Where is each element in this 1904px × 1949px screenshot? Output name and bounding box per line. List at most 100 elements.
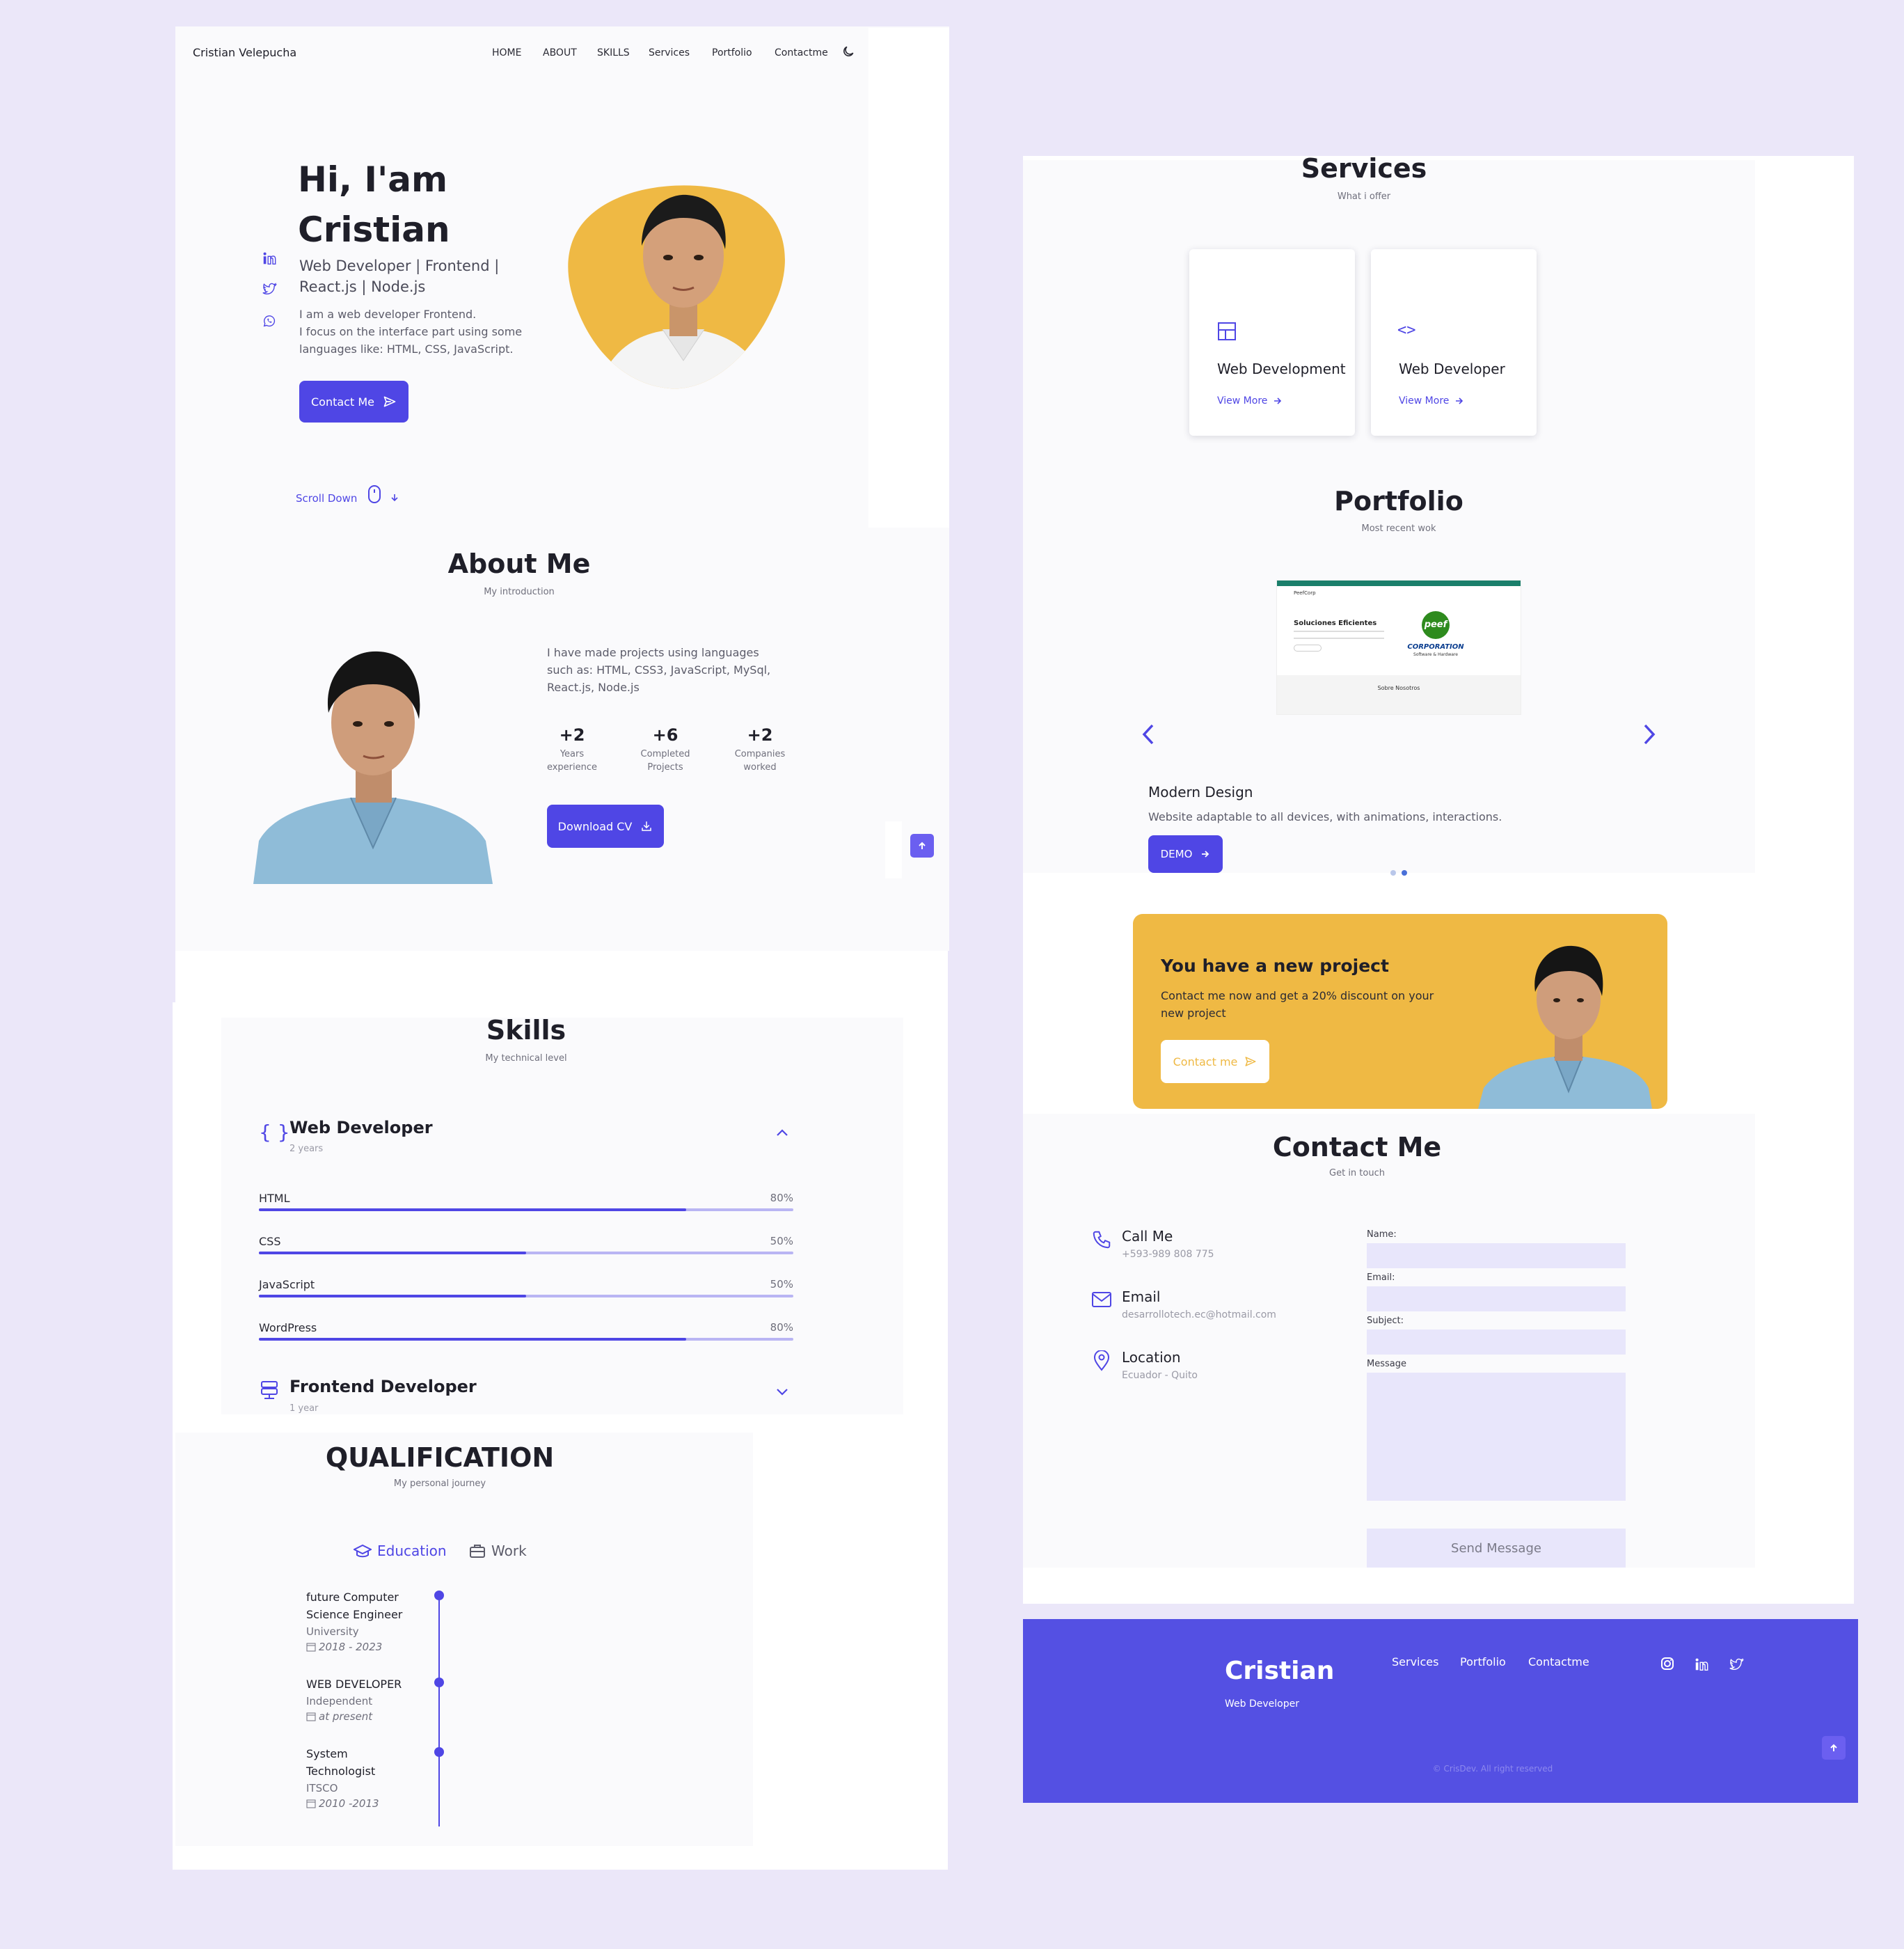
twitter-icon[interactable] <box>262 281 277 297</box>
contact-me-button[interactable]: Contact Me <box>299 381 408 423</box>
project-title: Modern Design <box>1148 784 1253 800</box>
message-textarea[interactable] <box>1367 1373 1626 1501</box>
view-more-link[interactable]: View More <box>1217 395 1283 407</box>
service-card[interactable]: Web Development View More <box>1189 249 1355 436</box>
calendar-icon <box>306 1799 316 1808</box>
preview-logo: peef <box>1422 611 1450 639</box>
arrow-right-icon <box>1202 851 1209 858</box>
name-input[interactable] <box>1367 1243 1626 1268</box>
stat-value: +6 <box>652 725 679 745</box>
skill-bar <box>259 1252 793 1254</box>
skill-group-title[interactable]: Web Developer <box>289 1118 433 1137</box>
nav-about[interactable]: ABOUT <box>543 47 577 58</box>
qualification-subtitle: My personal journey <box>393 1478 486 1489</box>
nav-home[interactable]: HOME <box>492 47 521 58</box>
entry-title: Science Engineer <box>306 1608 403 1621</box>
skill-bar-fill <box>259 1252 526 1254</box>
skill-bar-fill <box>259 1295 526 1297</box>
stat-label: Companies <box>734 749 786 759</box>
email-input[interactable] <box>1367 1286 1626 1311</box>
tab-work[interactable]: Work <box>469 1542 527 1559</box>
nav-portfolio[interactable]: Portfolio <box>712 47 752 58</box>
skill-bar-fill <box>259 1208 687 1211</box>
linkedin-icon[interactable] <box>262 251 277 266</box>
layout-icon <box>1218 322 1236 340</box>
preview-heading: Soluciones Eficientes <box>1294 620 1377 627</box>
service-title: Web Development <box>1217 361 1346 377</box>
service-card[interactable]: <> Web Developer View More <box>1371 249 1537 436</box>
arrow-down-icon <box>390 493 399 503</box>
cta-desc-2: new project <box>1161 1007 1226 1020</box>
contact-value: desarrollotech.ec@hotmail.com <box>1122 1309 1276 1320</box>
footer-scroll-top-button[interactable] <box>1822 1736 1846 1760</box>
mouse-icon <box>367 484 382 504</box>
footer-role: Web Developer <box>1225 1698 1299 1710</box>
view-more-link[interactable]: View More <box>1399 395 1464 407</box>
tab-education-label: Education <box>377 1542 447 1559</box>
arrow-right-icon <box>1456 397 1463 404</box>
download-cv-label: Download CV <box>557 819 633 833</box>
project-desc: Website adaptable to all devices, with a… <box>1148 810 1502 823</box>
entry-date: at present <box>319 1710 373 1723</box>
arrow-up-icon <box>1830 1744 1837 1751</box>
demo-button[interactable]: DEMO <box>1148 835 1223 873</box>
skill-percent: 80% <box>770 1321 793 1334</box>
portfolio-title: Portfolio <box>1334 486 1463 516</box>
brand[interactable]: Cristian Velepucha <box>193 46 296 59</box>
footer-link-contactme[interactable]: Contactme <box>1528 1655 1589 1668</box>
portfolio-subtitle: Most recent wok <box>1361 523 1436 534</box>
whatsapp-icon[interactable] <box>262 313 277 329</box>
stat-label: Projects <box>647 762 683 773</box>
twitter-icon[interactable] <box>1729 1657 1744 1672</box>
hero-subtitle-1: Web Developer | Frontend | <box>299 258 500 274</box>
skill-group-title[interactable]: Frontend Developer <box>289 1377 477 1396</box>
hero-desc-1: I am a web developer Frontend. <box>299 308 477 321</box>
carousel-dot[interactable] <box>1390 870 1396 876</box>
subject-input[interactable] <box>1367 1329 1626 1355</box>
theme-toggle-moon-icon[interactable] <box>841 45 855 58</box>
hero-greeting: Hi, I'am <box>298 159 448 200</box>
arrow-up-icon <box>919 842 926 849</box>
graduation-cap-icon <box>354 1544 372 1558</box>
scroll-down-link[interactable]: Scroll Down <box>296 492 357 505</box>
carousel-dot-active[interactable] <box>1402 870 1407 876</box>
nav-contactme[interactable]: Contactme <box>775 47 828 58</box>
project-cta-banner: You have a new project Contact me now an… <box>1133 914 1667 1109</box>
stat-label: Completed <box>640 749 690 759</box>
entry-title: System <box>306 1747 348 1760</box>
entry-title: WEB DEVELOPER <box>306 1678 402 1691</box>
preview-brand: PeefCorp <box>1294 590 1316 596</box>
carousel-prev-icon[interactable] <box>1140 723 1157 746</box>
cta-contact-button[interactable]: Contact me <box>1161 1040 1269 1083</box>
contact-label: Email <box>1122 1288 1161 1305</box>
timeline-line <box>438 1595 440 1826</box>
view-more-label: View More <box>1399 395 1450 407</box>
chevron-down-icon[interactable] <box>775 1387 789 1397</box>
timeline-dot <box>434 1591 444 1600</box>
nav-skills[interactable]: SKILLS <box>597 47 630 58</box>
skill-percent: 50% <box>770 1278 793 1291</box>
name-label: Name: <box>1367 1229 1397 1240</box>
skill-bar <box>259 1338 793 1341</box>
footer-name: Cristian <box>1225 1657 1335 1685</box>
footer-link-services[interactable]: Services <box>1392 1655 1438 1668</box>
stat-label: Years <box>560 749 585 759</box>
instagram-icon[interactable] <box>1660 1657 1674 1671</box>
skill-bar <box>259 1295 793 1297</box>
linkedin-icon[interactable] <box>1694 1657 1709 1672</box>
scroll-top-button[interactable] <box>910 834 934 858</box>
nav-services[interactable]: Services <box>649 47 690 58</box>
about-title: About Me <box>447 549 591 579</box>
chevron-up-icon[interactable] <box>775 1128 789 1137</box>
calendar-icon <box>306 1712 316 1721</box>
tab-education[interactable]: Education <box>354 1542 447 1559</box>
skill-name: WordPress <box>259 1321 317 1334</box>
download-cv-button[interactable]: Download CV <box>547 805 664 848</box>
entry-date: 2018 - 2023 <box>319 1641 383 1653</box>
stat-companies: +2 Companies worked <box>725 725 795 773</box>
footer-link-portfolio[interactable]: Portfolio <box>1460 1655 1506 1668</box>
send-message-button[interactable]: Send Message <box>1367 1529 1626 1568</box>
carousel-next-icon[interactable] <box>1641 723 1658 746</box>
server-icon <box>260 1380 278 1400</box>
entry-date-row: at present <box>306 1710 402 1723</box>
